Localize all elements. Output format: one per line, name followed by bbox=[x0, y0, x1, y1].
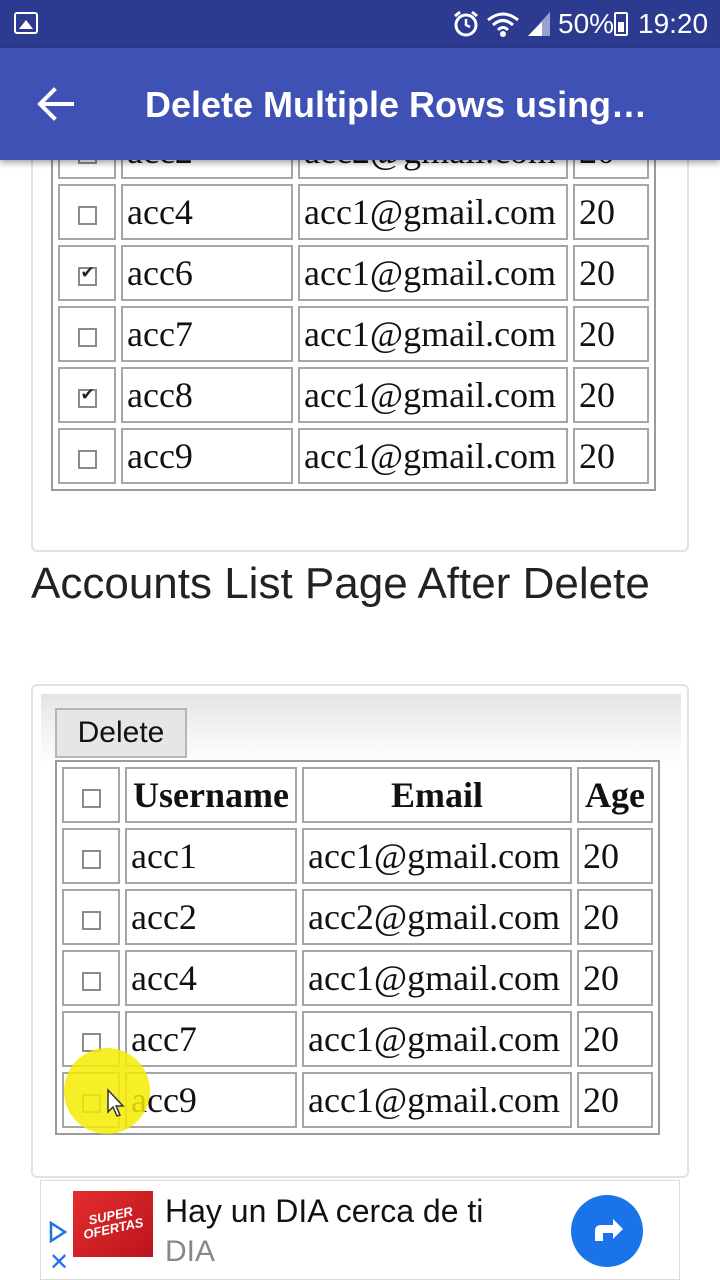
cell-username: acc1 bbox=[125, 828, 297, 884]
row-checkbox bbox=[81, 911, 101, 931]
table-row: acc4 acc1@gmail.com 20 bbox=[58, 184, 649, 240]
cell-username: acc4 bbox=[121, 184, 293, 240]
cell-age: 20 bbox=[573, 428, 649, 484]
close-icon[interactable]: ✕ bbox=[49, 1250, 69, 1274]
cell-age: 20 bbox=[577, 828, 653, 884]
adchoices-icon[interactable] bbox=[47, 1221, 69, 1243]
cell-email: acc1@gmail.com bbox=[302, 950, 572, 1006]
app-bar: Delete Multiple Rows using… bbox=[0, 48, 720, 160]
table-header-row: Username Email Age bbox=[62, 767, 653, 823]
cell-username: acc8 bbox=[121, 367, 293, 423]
row-checkbox bbox=[81, 972, 101, 992]
row-checkbox-cell bbox=[58, 367, 116, 423]
gallery-icon bbox=[14, 12, 38, 34]
cell-age: 20 bbox=[577, 1072, 653, 1128]
table-row: acc9 acc1@gmail.com 20 bbox=[62, 1072, 653, 1128]
ad-banner[interactable]: ✕ SUPER OFERTAS Hay un DIA cerca de ti D… bbox=[40, 1180, 680, 1280]
cell-email: acc1@gmail.com bbox=[298, 367, 568, 423]
row-checkbox-cell bbox=[58, 184, 116, 240]
table-row: acc7 acc1@gmail.com 20 bbox=[62, 1011, 653, 1067]
ad-image[interactable]: SUPER OFERTAS bbox=[73, 1191, 153, 1271]
row-checkbox bbox=[81, 850, 101, 870]
cell-email: acc1@gmail.com bbox=[302, 828, 572, 884]
header-username: Username bbox=[125, 767, 297, 823]
cell-email: acc1@gmail.com bbox=[298, 428, 568, 484]
cell-username: acc4 bbox=[125, 950, 297, 1006]
row-checkbox-cell bbox=[58, 428, 116, 484]
ad-advertiser[interactable]: DIA bbox=[165, 1235, 215, 1269]
table-row: acc8acc1@gmail.com20 bbox=[58, 367, 649, 423]
table-row: acc1 acc1@gmail.com 20 bbox=[62, 828, 653, 884]
mouse-cursor-icon bbox=[107, 1088, 125, 1117]
cell-age: 20 bbox=[577, 1011, 653, 1067]
ad-title[interactable]: Hay un DIA cerca de ti bbox=[165, 1193, 483, 1230]
cell-age: 20 bbox=[573, 367, 649, 423]
row-checkbox bbox=[77, 385, 97, 409]
cell-username: acc9 bbox=[121, 428, 293, 484]
header-email: Email bbox=[302, 767, 572, 823]
row-checkbox bbox=[77, 328, 97, 348]
row-checkbox-cell bbox=[62, 828, 120, 884]
delete-button: Delete bbox=[55, 708, 187, 758]
cell-username: acc2 bbox=[125, 889, 297, 945]
cell-email: acc1@gmail.com bbox=[302, 1072, 572, 1128]
table-row: acc2acc2@gmail.com20 bbox=[62, 889, 653, 945]
select-all-checkbox bbox=[81, 789, 101, 809]
cell-age: 20 bbox=[577, 889, 653, 945]
battery-icon bbox=[614, 12, 628, 36]
row-checkbox-cell bbox=[62, 950, 120, 1006]
table-row: acc9 acc1@gmail.com 20 bbox=[58, 428, 649, 484]
cell-age: 20 bbox=[573, 184, 649, 240]
status-bar: 50% 19:20 bbox=[0, 0, 720, 48]
signal-icon bbox=[528, 12, 550, 36]
cell-username: acc7 bbox=[125, 1011, 297, 1067]
row-checkbox bbox=[77, 263, 97, 287]
table-row: acc7 acc1@gmail.com 20 bbox=[58, 306, 649, 362]
cell-email: acc1@gmail.com bbox=[298, 306, 568, 362]
cell-email: acc1@gmail.com bbox=[298, 245, 568, 301]
alarm-icon bbox=[454, 10, 478, 37]
cell-age: 20 bbox=[573, 306, 649, 362]
row-checkbox bbox=[77, 450, 97, 470]
battery-percent: 50% bbox=[558, 8, 615, 39]
page-title: Delete Multiple Rows using… bbox=[145, 84, 648, 125]
wifi-icon bbox=[487, 12, 519, 37]
cell-email: acc1@gmail.com bbox=[298, 184, 568, 240]
section-heading: Accounts List Page After Delete bbox=[31, 559, 650, 608]
ad-image-text: SUPER OFERTAS bbox=[81, 1203, 145, 1243]
accounts-table-before: acc2acc2@gmail.com20acc4acc1@gmail.com20… bbox=[51, 132, 656, 491]
row-checkbox-cell bbox=[58, 245, 116, 301]
row-checkbox bbox=[77, 206, 97, 226]
clock: 19:20 bbox=[638, 8, 709, 39]
cell-email: acc1@gmail.com bbox=[302, 1011, 572, 1067]
header-age: Age bbox=[577, 767, 653, 823]
directions-icon[interactable] bbox=[571, 1195, 643, 1267]
row-checkbox-cell bbox=[58, 306, 116, 362]
cell-age: 20 bbox=[573, 245, 649, 301]
cell-username: acc6 bbox=[121, 245, 293, 301]
status-icons bbox=[452, 10, 552, 38]
cell-username: acc7 bbox=[121, 306, 293, 362]
screenshot-before-card: acc2acc2@gmail.com20acc4acc1@gmail.com20… bbox=[31, 130, 689, 552]
table-row: acc6acc1@gmail.com20 bbox=[58, 245, 649, 301]
back-arrow-icon[interactable] bbox=[36, 84, 76, 124]
table-row: acc4 acc1@gmail.com 20 bbox=[62, 950, 653, 1006]
cell-username: acc9 bbox=[125, 1072, 297, 1128]
cell-email: acc2@gmail.com bbox=[302, 889, 572, 945]
cell-age: 20 bbox=[577, 950, 653, 1006]
header-checkbox-cell bbox=[62, 767, 120, 823]
row-checkbox-cell bbox=[62, 889, 120, 945]
